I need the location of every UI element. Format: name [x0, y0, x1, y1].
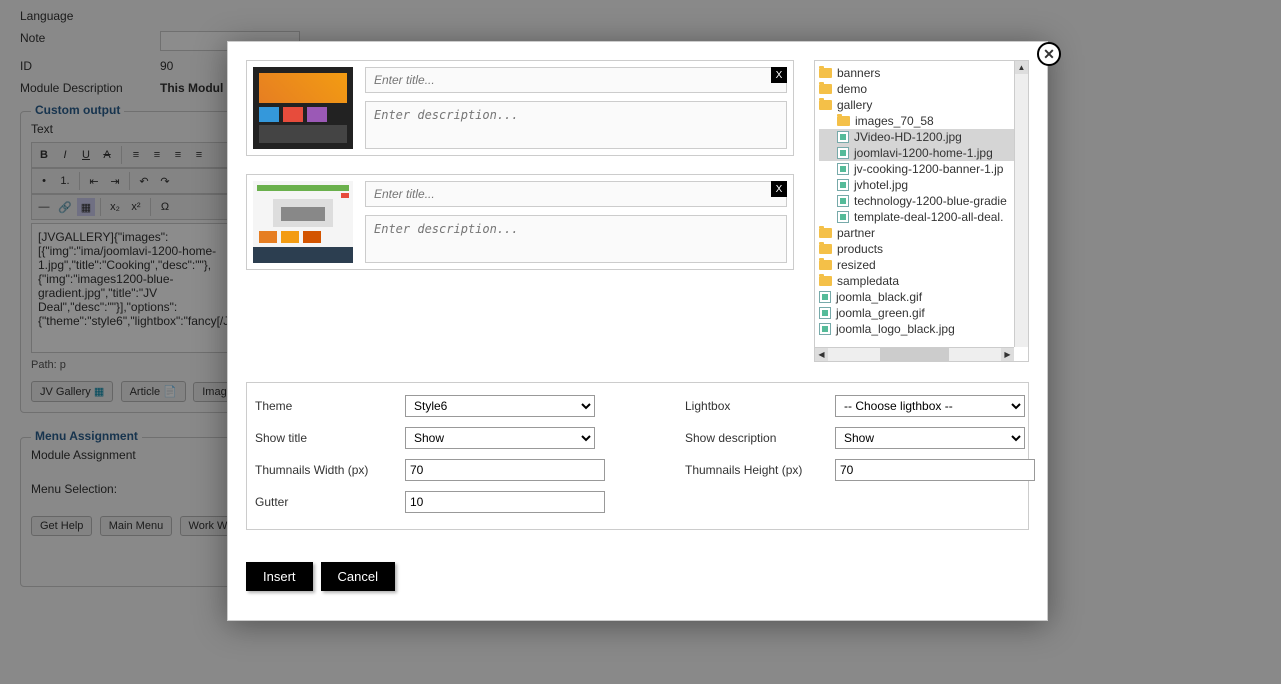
thumbh-input[interactable] [835, 459, 1035, 481]
thumbnail [253, 67, 353, 149]
tree-folder[interactable]: sampledata [819, 273, 1024, 289]
scroll-left-icon[interactable]: ◀ [815, 348, 828, 361]
insert-button[interactable]: Insert [246, 562, 313, 591]
folder-icon [819, 68, 832, 78]
folder-icon [819, 276, 832, 286]
tree-file[interactable]: technology-1200-blue-gradie [819, 193, 1024, 209]
folder-icon [819, 228, 832, 238]
thumbnail [253, 181, 353, 263]
tree-file[interactable]: joomla_green.gif [819, 305, 1024, 321]
jvgallery-modal: X [227, 41, 1048, 621]
theme-select[interactable]: Style6 [405, 395, 595, 417]
scrollbar-vertical[interactable]: ▲ [1014, 61, 1028, 347]
tree-folder[interactable]: banners [819, 65, 1024, 81]
description-input[interactable] [365, 215, 787, 263]
image-icon [837, 179, 849, 191]
showdesc-label: Show description [685, 431, 835, 445]
folder-icon [819, 100, 832, 110]
options-panel: Theme Style6 Lightbox -- Choose ligthbox… [246, 382, 1029, 530]
lightbox-label: Lightbox [685, 399, 835, 413]
image-icon [837, 147, 849, 159]
tree-file[interactable]: JVideo-HD-1200.jpg [819, 129, 1024, 145]
file-tree[interactable]: banners demo gallery images_70_58 JVideo… [814, 60, 1029, 362]
lightbox-select[interactable]: -- Choose ligthbox -- [835, 395, 1025, 417]
description-input[interactable] [365, 101, 787, 149]
tree-file[interactable]: joomlavi-1200-home-1.jpg [819, 145, 1024, 161]
thumbh-label: Thumnails Height (px) [685, 463, 835, 477]
folder-icon [819, 260, 832, 270]
tree-file[interactable]: joomla_logo_black.jpg [819, 321, 1024, 337]
scroll-up-icon[interactable]: ▲ [1015, 61, 1028, 74]
gutter-label: Gutter [255, 495, 405, 509]
close-icon[interactable]: ✕ [1037, 42, 1061, 66]
image-icon [819, 323, 831, 335]
image-icon [837, 131, 849, 143]
scroll-right-icon[interactable]: ▶ [1001, 348, 1014, 361]
image-icon [837, 163, 849, 175]
image-icon [819, 291, 831, 303]
folder-icon [819, 244, 832, 254]
tree-folder[interactable]: gallery [819, 97, 1024, 113]
image-item: X [246, 174, 794, 270]
thumbw-input[interactable] [405, 459, 605, 481]
thumbw-label: Thumnails Width (px) [255, 463, 405, 477]
showdesc-select[interactable]: Show [835, 427, 1025, 449]
remove-item-button[interactable]: X [771, 67, 787, 83]
title-input[interactable] [365, 67, 787, 93]
theme-label: Theme [255, 399, 405, 413]
tree-folder[interactable]: partner [819, 225, 1024, 241]
gutter-input[interactable] [405, 491, 605, 513]
image-icon [819, 307, 831, 319]
image-icon [837, 195, 849, 207]
tree-folder[interactable]: images_70_58 [819, 113, 1024, 129]
image-icon [837, 211, 849, 223]
remove-item-button[interactable]: X [771, 181, 787, 197]
cancel-button[interactable]: Cancel [321, 562, 395, 591]
title-input[interactable] [365, 181, 787, 207]
showtitle-select[interactable]: Show [405, 427, 595, 449]
image-item: X [246, 60, 794, 156]
folder-icon [819, 84, 832, 94]
scrollbar-horizontal[interactable]: ◀▶ [815, 347, 1014, 361]
folder-icon [837, 116, 850, 126]
tree-folder[interactable]: demo [819, 81, 1024, 97]
showtitle-label: Show title [255, 431, 405, 445]
tree-file[interactable]: jv-cooking-1200-banner-1.jp [819, 161, 1024, 177]
tree-file[interactable]: template-deal-1200-all-deal. [819, 209, 1024, 225]
tree-folder[interactable]: resized [819, 257, 1024, 273]
tree-file[interactable]: jvhotel.jpg [819, 177, 1024, 193]
tree-file[interactable]: joomla_black.gif [819, 289, 1024, 305]
tree-folder[interactable]: products [819, 241, 1024, 257]
